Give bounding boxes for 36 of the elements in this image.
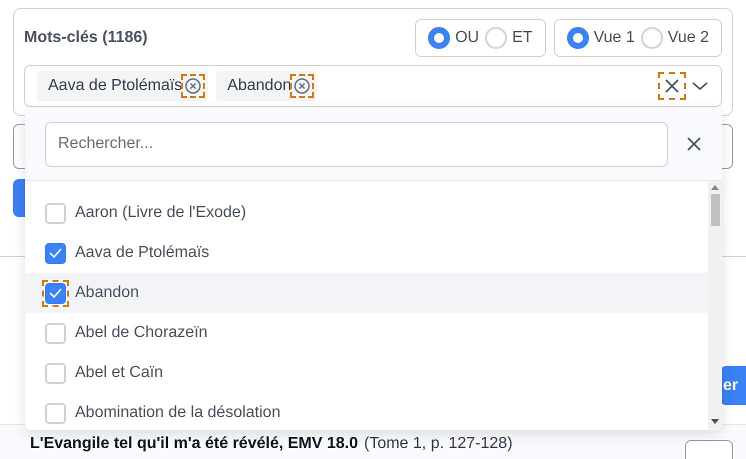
scrollbar[interactable]: [708, 181, 722, 429]
option-item[interactable]: Abomination de la désolation: [25, 393, 708, 430]
footer-reference: (Tome 1, p. 127-128): [364, 434, 513, 454]
radio-option[interactable]: OU: [428, 26, 480, 50]
option-item[interactable]: Aaron (Livre de l'Exode): [25, 193, 708, 233]
scroll-up-icon[interactable]: [711, 185, 719, 191]
radio-option[interactable]: Vue 1: [566, 26, 635, 50]
tag-label: Abandon: [227, 76, 292, 96]
check-icon: [49, 288, 62, 298]
option-label: Abel et Caïn: [75, 363, 164, 383]
option-item[interactable]: Aava de Ptolémaïs: [25, 233, 708, 273]
footer-title: L'Evangile tel qu'il m'a été révélé, EMV 18.0: [30, 434, 358, 454]
clear-icon[interactable]: [661, 75, 683, 97]
radio-option[interactable]: ET: [485, 26, 533, 50]
chevron-icon[interactable]: [691, 80, 709, 92]
keyword-select[interactable]: Aava de Ptolémaïs Abandon: [24, 65, 722, 107]
radio-option[interactable]: Vue 2: [640, 26, 709, 50]
option-item[interactable]: Abel et Caïn: [25, 353, 708, 393]
check-icon: [49, 248, 62, 258]
option-label: Aaron (Livre de l'Exode): [75, 203, 246, 223]
close-icon[interactable]: [686, 136, 702, 152]
action-button[interactable]: er: [720, 366, 746, 405]
checkbox[interactable]: [45, 242, 66, 264]
option-item[interactable]: Abel de Chorazeïn: [25, 313, 708, 353]
option-item[interactable]: Abandon: [25, 273, 708, 313]
remove-icon[interactable]: [293, 77, 312, 95]
search-field[interactable]: Rechercher...: [45, 122, 668, 166]
option-label: Abandon: [75, 283, 140, 303]
option-label: Abel de Chorazeïn: [75, 323, 208, 343]
tag-label: Aava de Ptolémaïs: [48, 76, 182, 96]
remove-icon[interactable]: [184, 77, 202, 95]
keywords-label: Mots-clés (1186): [24, 28, 148, 48]
footer-button[interactable]: [685, 440, 733, 459]
option-label: Abomination de la désolation: [75, 403, 280, 423]
scroll-thumb[interactable]: [710, 194, 720, 226]
option-label: Aava de Ptolémaïs: [75, 243, 210, 263]
